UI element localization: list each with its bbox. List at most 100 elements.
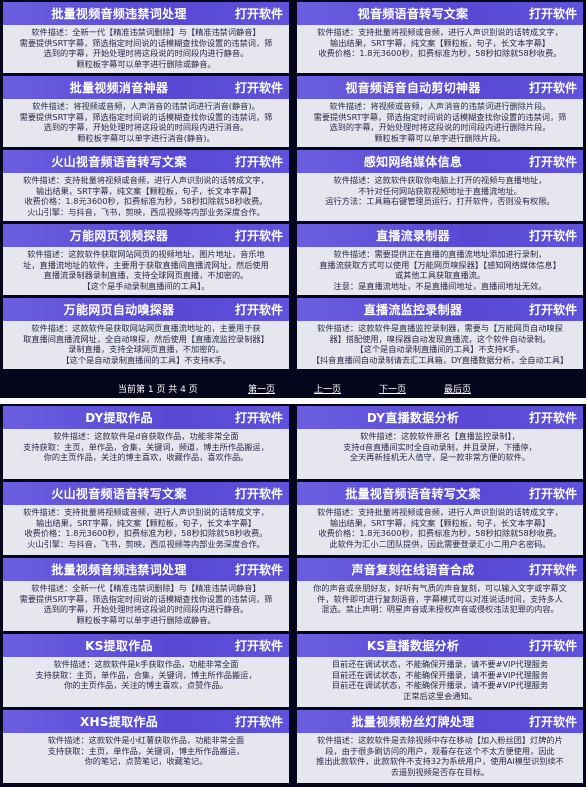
software-card: 万能网页视频探器 打开软件 软件描述：这款软件获取网站网页的视频地址，图片地址，音乐… xyxy=(3,224,289,295)
software-card: 感知网络媒体信息 打开软件 软件描述：这款软件获取你电脑上打开的视频与直播地址， 不针… xyxy=(297,150,583,221)
description-line: 全天再新挂机无人值守，是一款非常方便的软件。 xyxy=(349,452,531,463)
description-line: 输出结果，SRT字幕，纯文案【颗粒板，句子，长文本字幕】 xyxy=(330,37,550,48)
open-software-button[interactable]: 打开软件 xyxy=(229,301,283,318)
software-card: 火山视音频语音转写文案 打开软件 软件描述：支持批量将视频或音频，进行人声识别说的话… xyxy=(3,482,289,555)
description-line: 软件描述：需要提供正在直播的直播流地址添加进行录制， xyxy=(333,249,547,259)
open-software-button[interactable]: 打开软件 xyxy=(229,713,283,730)
first-page-link[interactable]: 第一页 xyxy=(248,382,275,395)
software-title: DY提取作品 xyxy=(85,411,153,425)
software-card-grid: 批量视频音频违禁词处理 打开软件 软件描述：全新一代【精准违禁词删除】与【精准违禁词… xyxy=(3,2,583,369)
software-title: 万能网页自动嗅探器 xyxy=(63,303,175,317)
software-card-header: DY提取作品 打开软件 xyxy=(3,406,289,429)
software-card-header: DY直播数据分析 打开软件 xyxy=(297,406,583,429)
software-description: 你的声音或亲朋好友，好听有气质的声音复刻，可以输入文字或字幕文 件，软件即可进行复… xyxy=(297,581,583,631)
open-software-button[interactable]: 打开软件 xyxy=(523,485,577,502)
open-software-button[interactable]: 打开软件 xyxy=(229,485,283,502)
software-title: 直播流录制器 xyxy=(376,229,450,243)
open-software-button[interactable]: 打开软件 xyxy=(523,227,577,244)
software-card: 批量视频消音神器 打开软件软件描述：将视频或音频，人声消音的违禁词进行消音(静音)… xyxy=(3,76,289,147)
description-line: 目前还在调试状态，不能确保开播录，请不要#VIP代理服务 xyxy=(331,659,549,669)
description-line: 你的主页作品，关注的博主喜欢，收藏作品，喜欢作品。 xyxy=(43,452,249,463)
open-software-button[interactable]: 打开软件 xyxy=(229,409,283,426)
description-line: 直播流获取方式可以使用【万能网页嗅探器】【感知网络媒体信息】 xyxy=(319,259,561,270)
description-line: 支持d音直播间实时全自动录制，并且录屏，下播停， xyxy=(343,441,537,452)
next-page-link[interactable]: 下一页 xyxy=(379,382,406,395)
description-line: 你的声音或亲朋好友，好听有气质的声音复刻，可以输入文字或字幕文 xyxy=(313,583,567,593)
software-card-header: 直播流录制器 打开软件 xyxy=(297,224,583,247)
software-card: KS直播数据分析 打开软件 目前还在调试状态，不能确保开播录，请不要#VIP代理服务… xyxy=(297,634,583,707)
description-line: 软件描述：这款软件是d音获取作品，功能非常全面 xyxy=(53,431,239,441)
software-title: KS提取作品 xyxy=(85,639,153,653)
description-line: 收费价格：1.8元3600秒，扣费标准为秒，58秒扣除就58秒收费。 xyxy=(24,196,268,207)
software-card: 批量视频粉丝灯牌处理 打开软件 软件描述：这款软件是去除视频中存在移动【加入粉丝团】… xyxy=(297,710,583,783)
open-software-button[interactable]: 打开软件 xyxy=(229,637,283,654)
description-line: 颗粒板字幕可以单字进行消音(静音)。 xyxy=(77,132,215,143)
software-title: XHS提取作品 xyxy=(79,715,159,729)
description-line: 软件描述：这款软件是小红薯获取作品，功能非常全面 xyxy=(47,735,245,745)
description-line: 颗粒板字幕可以单字进行删除或静音。 xyxy=(76,58,216,69)
software-title: 火山视音频语音转写文案 xyxy=(51,155,187,169)
description-line: 支持获取：主页，单作品，合集，关键词，博主所作品搬运， xyxy=(35,669,257,680)
last-page-link[interactable]: 最后页 xyxy=(444,382,471,395)
software-description: 软件描述：全新一代【精准违禁词删除】与【精准违禁词静音】 需要提供SRT字幕，筛选… xyxy=(3,581,289,631)
software-card: DY提取作品 打开软件软件描述：这款软件是d音获取作品，功能非常全面 支持获取：主页… xyxy=(3,406,289,479)
software-description: 软件描述：需要提供正在直播的直播流地址添加进行录制， 直播流获取方式可以使用【万能… xyxy=(297,247,583,295)
open-software-button[interactable]: 打开软件 xyxy=(523,153,577,170)
software-card: 万能网页自动嗅探器 打开软件软件描述：这款软件是获取网站网页直播流地址的，主要用于… xyxy=(3,298,289,369)
open-software-button[interactable]: 打开软件 xyxy=(229,79,283,96)
software-description: 软件描述：这款软件是去除视频中存在移动【加入粉丝团】灯牌的片 段，由于很多刷访问的… xyxy=(297,733,583,783)
software-description: 软件描述：这款软件是d音获取作品，功能非常全面 支持获取：主页，单作品，合集，关键… xyxy=(3,429,289,479)
software-description: 软件描述：将视频或音频，人声消音的违禁词进行消音(静音)。 需要提供SRT字幕，筛… xyxy=(3,99,289,147)
software-card: 直播流录制器 打开软件软件描述：需要提供正在直播的直播流地址添加进行录制， 直播流获… xyxy=(297,224,583,295)
description-line: 【这个是自动录制直播间的工具】不支持K手。 xyxy=(355,344,525,355)
description-line: 去遥别视频是否存在目标。 xyxy=(390,766,490,777)
open-software-button[interactable]: 打开软件 xyxy=(229,153,283,170)
description-line: 件，软件即可进行复刻语音，字幕模式可以对准说话时间，支持多人 xyxy=(317,593,563,604)
software-card-header: 万能网页视频探器 打开软件 xyxy=(3,224,289,247)
description-line: 软件描述：这款软件是k手获取作品，功能非常全面 xyxy=(53,659,239,669)
software-card: 直播流监控录制器 打开软件 软件描述：这款软件是直播监控录制器，需要与【万能网页自动… xyxy=(297,298,583,369)
open-software-button[interactable]: 打开软件 xyxy=(523,301,577,318)
software-description: 目前还在调试状态，不能确保开播录，请不要#VIP代理服务 目前还在调试状态，不能确… xyxy=(297,657,583,707)
description-line: 或其他工具获取直播流。 xyxy=(394,270,486,281)
description-line: 选到的字幕，开始处理时将这段说的时间段内进行静音。 xyxy=(43,604,249,615)
open-software-button[interactable]: 打开软件 xyxy=(229,227,283,244)
software-description: 软件描述：这款软件是k手获取作品，功能非常全面 支持获取：主页，单作品，合集，关键… xyxy=(3,657,289,707)
description-line: 选到的字幕，开始处理时将这段说的时间段内进行消音。 xyxy=(43,122,249,133)
open-software-button[interactable]: 打开软件 xyxy=(523,79,577,96)
software-title: 批量视频音频违禁词处理 xyxy=(51,7,187,21)
open-software-button[interactable]: 打开软件 xyxy=(523,637,577,654)
description-line: 选到的字幕，开始处理时将这段说的时间段内进行静音。 xyxy=(43,48,249,59)
description-line: 软件描述：这款软件原名【直播监控录制】， xyxy=(360,431,520,441)
software-description: 软件描述：这款软件是获取网站网页直播流地址的，主要用于获 取直播间直播流网址，全自… xyxy=(3,321,289,369)
description-line: 软件描述：这款软件是直播监控录制器，需要与【万能网页自动嗅探 xyxy=(317,323,563,333)
description-line: 收费价格：1.8元3600秒，扣费标准为秒，58秒扣除就58秒收费。 xyxy=(24,528,268,539)
software-description: 软件描述：将视频或音频，人声消音的违禁词进行删除片段。 需要提供SRT字幕，筛选指… xyxy=(297,99,583,147)
open-software-button[interactable]: 打开软件 xyxy=(229,561,283,578)
description-line: 软件描述：将视频或音频，人声消音的违禁词进行删除片段。 xyxy=(329,101,551,111)
description-line: 输出结果，SRT字幕，纯文案【颗粒板，句子，长文本字幕】 xyxy=(36,517,256,528)
description-line: 软件描述：这款软件是获取网站网页直播流地址的，主要用于获 xyxy=(31,323,261,333)
open-software-button[interactable]: 打开软件 xyxy=(523,409,577,426)
software-card-header: 批量视频粉丝灯牌处理 打开软件 xyxy=(297,710,583,733)
open-software-button[interactable]: 打开软件 xyxy=(523,5,577,22)
description-line: 取直播间直播流网址，全自动嗅探，然后使用【直播流监控录制器】 xyxy=(23,333,269,344)
software-list-panel-page-2: DY提取作品 打开软件 软件描述：这款软件是d音获取作品，功能非常全面 支持获取：主页… xyxy=(0,404,586,787)
software-title: 批量视频消音神器 xyxy=(69,81,169,95)
software-card-header: KS直播数据分析 打开软件 xyxy=(297,634,583,657)
software-description: 软件描述：这款软件获取网站网页的视频地址，图片地址，音乐地 址，直播流地址的软件，… xyxy=(3,247,289,295)
software-title: 视音频语音自动剪切神器 xyxy=(345,81,481,95)
description-line: 收费价格：1.8元3600秒，扣费标准为秒，58秒扣除就58秒收费。 xyxy=(318,48,562,59)
description-line: 需要提供SRT字幕，筛选指定时间说的话模糊查找你设置的违禁词，筛 xyxy=(19,37,273,48)
software-card-header: 批量视频音频违禁词处理 打开软件 xyxy=(3,558,289,581)
software-card-grid: DY提取作品 打开软件 软件描述：这款软件是d音获取作品，功能非常全面 支持获取：主页… xyxy=(3,406,583,783)
prev-page-link[interactable]: 上一页 xyxy=(314,382,341,395)
open-software-button[interactable]: 打开软件 xyxy=(523,713,577,730)
software-list-panel-page-1: 批量视频音频违禁词处理 打开软件 软件描述：全新一代【精准违禁词删除】与【精准违禁词… xyxy=(0,0,586,398)
open-software-button[interactable]: 打开软件 xyxy=(229,5,283,22)
description-line: 目前还在调试状态，不能确保开播录，请不要#VIP代理服务 xyxy=(331,680,549,691)
software-card: 火山视音频语音转写文案 打开软件 软件描述：支持批量将视频或音频，进行人声识别说的话… xyxy=(3,150,289,221)
description-line: 颗粒板字幕可以单字进行删除或静音。 xyxy=(76,614,216,625)
software-card-header: 批量视频消音神器 打开软件 xyxy=(3,76,289,99)
open-software-button[interactable]: 打开软件 xyxy=(523,561,577,578)
